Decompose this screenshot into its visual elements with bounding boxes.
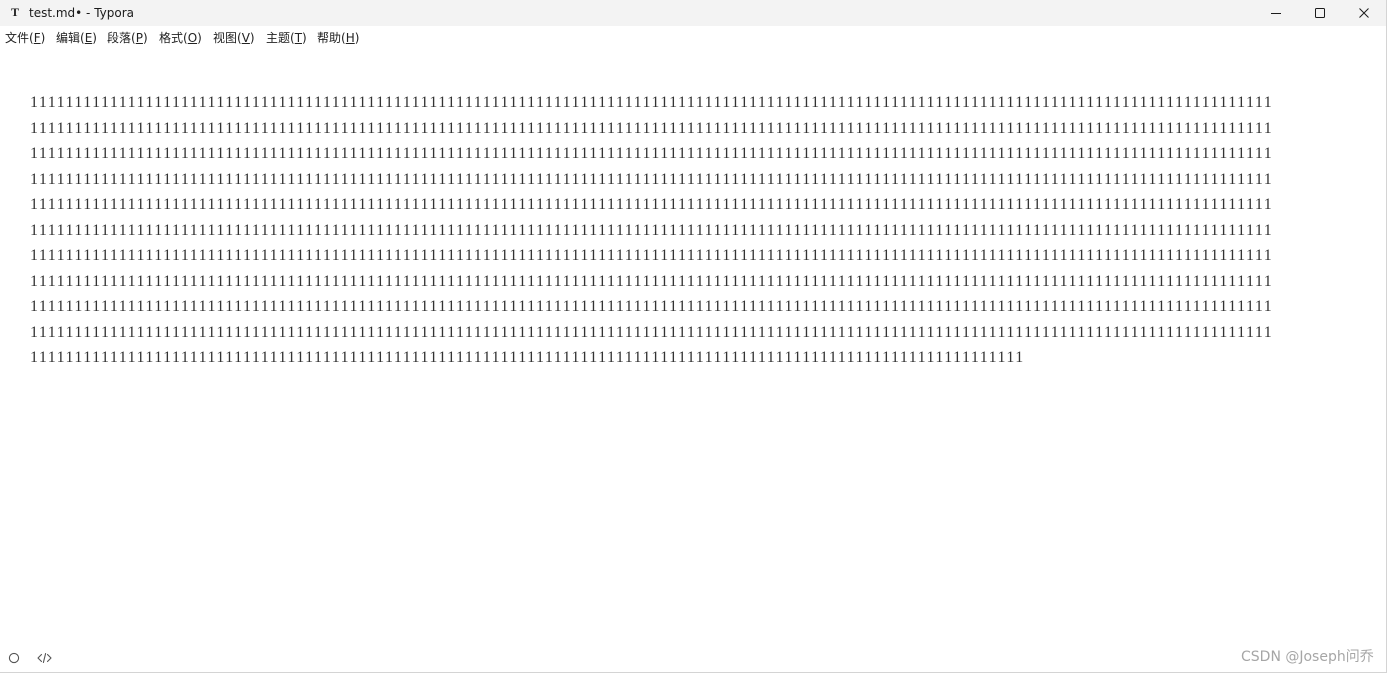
paragraph-line[interactable]: 1111111111111111111111111111111111111111…	[30, 167, 1370, 193]
outline-toggle-icon[interactable]	[8, 652, 20, 664]
source-code-icon[interactable]	[37, 652, 52, 664]
paragraph-line[interactable]: 1111111111111111111111111111111111111111…	[30, 320, 1370, 346]
paragraph-line[interactable]: 1111111111111111111111111111111111111111…	[30, 192, 1370, 218]
paragraph-line[interactable]: 1111111111111111111111111111111111111111…	[30, 141, 1370, 167]
minimize-icon	[1271, 13, 1281, 14]
paragraph-line[interactable]: 1111111111111111111111111111111111111111…	[30, 116, 1370, 142]
paragraph-line[interactable]: 1111111111111111111111111111111111111111…	[30, 90, 1370, 116]
minimize-button[interactable]	[1254, 0, 1298, 26]
maximize-button[interactable]	[1298, 0, 1342, 26]
status-bar	[0, 646, 1386, 670]
menu-bar: 文件(F) 编辑(E) 段落(P) 格式(O) 视图(V) 主题(T) 帮助(H…	[0, 27, 1386, 49]
paragraph-line[interactable]: 1111111111111111111111111111111111111111…	[30, 294, 1370, 320]
window-title: test.md• - Typora	[29, 6, 135, 20]
typora-app-icon[interactable]: T	[9, 6, 21, 19]
editor-content[interactable]: 1111111111111111111111111111111111111111…	[30, 90, 1370, 380]
window-controls	[1254, 0, 1386, 26]
close-icon	[1359, 8, 1369, 18]
paragraph-line[interactable]: 1111111111111111111111111111111111111111…	[30, 269, 1370, 295]
typora-window: T test.md• - Typora 文件(F) 编辑(E) 段落(P) 格式…	[0, 0, 1387, 673]
paragraph-line[interactable]: 1111111111111111111111111111111111111111…	[30, 243, 1370, 269]
menu-file[interactable]: 文件(F)	[5, 27, 45, 49]
menu-format[interactable]: 格式(O)	[159, 27, 202, 49]
title-bar[interactable]: T test.md• - Typora	[0, 0, 1386, 26]
csdn-watermark: CSDN @Joseph问乔	[1241, 649, 1374, 665]
paragraph-line[interactable]: 1111111111111111111111111111111111111111…	[30, 218, 1370, 244]
menu-view[interactable]: 视图(V)	[213, 27, 255, 49]
maximize-icon	[1315, 8, 1325, 18]
menu-help[interactable]: 帮助(H)	[317, 27, 359, 49]
menu-edit[interactable]: 编辑(E)	[56, 27, 97, 49]
menu-paragraph[interactable]: 段落(P)	[107, 27, 148, 49]
close-button[interactable]	[1342, 0, 1386, 26]
menu-themes[interactable]: 主题(T)	[266, 27, 307, 49]
paragraph-line[interactable]: 1111111111111111111111111111111111111111…	[30, 345, 1370, 371]
